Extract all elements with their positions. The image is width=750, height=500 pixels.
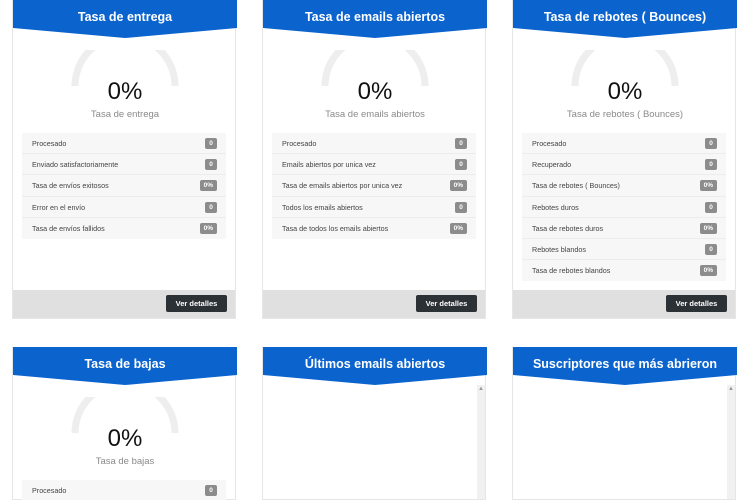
card-footer: Ver detalles xyxy=(513,290,735,318)
stat-row-processed: Procesado 0 xyxy=(522,133,726,155)
stat-label: Error en el envío xyxy=(32,202,86,212)
card-title: Tasa de rebotes ( Bounces) xyxy=(543,10,707,24)
stat-row-all-opens: Todos los emails abiertos 0 xyxy=(272,197,476,218)
delivery-rate-gauge: 0% Tasa de entrega xyxy=(13,38,237,130)
gauge-value: 0% xyxy=(107,425,143,452)
stat-label: Tasa de rebotes blandos xyxy=(532,266,611,276)
view-details-button[interactable]: Ver detalles xyxy=(166,295,227,312)
stats-list: Procesado 0 Emails abiertos por unica vez… xyxy=(272,133,476,239)
stat-badge: 0 xyxy=(205,201,217,213)
card-title: Suscriptores que más abrieron xyxy=(532,357,718,371)
stat-label: Procesado xyxy=(532,139,567,148)
gauge-value: 0% xyxy=(107,78,143,105)
stat-row-send-error: Error en el envío 0 xyxy=(22,197,226,218)
unsubscribe-rate-gauge: 0% Tasa de bajas xyxy=(13,385,237,477)
gauge-label: Tasa de bajas xyxy=(95,456,155,467)
gauge-value: 0% xyxy=(607,78,643,105)
stat-label: Procesado xyxy=(32,486,67,495)
stat-badge: 0% xyxy=(199,180,217,192)
stat-badge: 0 xyxy=(455,201,467,213)
card-header: Suscriptores que más abrieron xyxy=(513,347,737,385)
open-rate-card: Tasa de emails abiertos 0% Tasa de email… xyxy=(262,0,487,319)
stat-row-recovered: Recuperado 0 xyxy=(522,154,726,176)
view-details-button[interactable]: Ver detalles xyxy=(416,295,477,312)
stat-row-processed: Procesado 0 xyxy=(22,480,226,500)
stat-badge: 0% xyxy=(449,180,467,192)
stat-row-failure-rate: Tasa de envíos fallidos 0% xyxy=(22,218,226,239)
stat-badge: 0 xyxy=(205,485,217,496)
gauge-label: Tasa de emails abiertos xyxy=(325,109,425,120)
stat-row-soft-bounces: Rebotes blandos 0 xyxy=(522,239,726,261)
gauge-label: Tasa de entrega xyxy=(90,109,160,120)
stat-row-soft-bounce-rate: Tasa de rebotes blandos 0% xyxy=(522,260,726,281)
card-title: Tasa de bajas xyxy=(84,357,166,371)
stat-row-bounce-rate: Tasa de rebotes ( Bounces) 0% xyxy=(522,175,726,197)
card-footer: Ver detalles xyxy=(13,290,235,318)
dashboard: Tasa de entrega 0% Tasa de entrega Proce… xyxy=(0,0,750,500)
stat-label: Rebotes blandos xyxy=(532,244,586,254)
stat-row-unique-open-rate: Tasa de emails abiertos por unica vez 0% xyxy=(272,175,476,197)
stat-row-all-open-rate: Tasa de todos los emails abiertos 0% xyxy=(272,218,476,239)
stats-list: Procesado 0 Recuperado 0 Tasa de rebotes (… xyxy=(522,133,726,282)
bounce-rate-gauge: 0% Tasa de rebotes ( Bounces) xyxy=(513,38,737,130)
stat-row-sent-ok: Enviado satisfactoriamente 0 xyxy=(22,154,226,176)
stat-label: Enviado satisfactoriamente xyxy=(32,160,119,170)
stat-badge: 0 xyxy=(705,243,717,255)
stat-badge: 0% xyxy=(699,180,717,192)
stat-label: Procesado xyxy=(32,139,67,148)
stat-row-processed: Procesado 0 xyxy=(272,133,476,155)
stat-label: Tasa de emails abiertos por unica vez xyxy=(282,181,403,191)
view-details-button[interactable]: Ver detalles xyxy=(666,295,727,312)
open-rate-gauge: 0% Tasa de emails abiertos xyxy=(263,38,487,130)
stat-label: Tasa de envíos fallidos xyxy=(32,223,105,233)
scrollbar[interactable]: ▲ xyxy=(477,385,485,499)
bounce-rate-card: Tasa de rebotes ( Bounces) 0% Tasa de re… xyxy=(512,0,737,319)
stat-badge: 0 xyxy=(455,159,467,171)
stat-badge: 0 xyxy=(455,138,467,149)
delivery-rate-card: Tasa de entrega 0% Tasa de entrega Proce… xyxy=(12,0,237,319)
card-header: Últimos emails abiertos xyxy=(263,347,487,385)
card-header: Tasa de rebotes ( Bounces) xyxy=(513,0,737,38)
stat-badge: 0 xyxy=(705,138,717,149)
stat-badge: 0 xyxy=(705,201,717,213)
unsubscribe-rate-card: Tasa de bajas 0% Tasa de bajas Procesado… xyxy=(12,347,237,500)
stat-label: Tasa de envíos exitosos xyxy=(32,181,109,191)
stat-row-hard-bounce-rate: Tasa de rebotes duros 0% xyxy=(522,218,726,239)
top-subscribers-card: Suscriptores que más abrieron ▲ xyxy=(512,347,737,500)
stat-badge: 0% xyxy=(699,265,717,277)
card-title: Tasa de entrega xyxy=(77,10,173,24)
stat-label: Procesado xyxy=(282,139,317,148)
stat-label: Tasa de rebotes duros xyxy=(532,223,604,233)
stat-badge: 0 xyxy=(205,159,217,171)
scroll-up-icon[interactable]: ▲ xyxy=(727,385,735,393)
stat-label: Todos los emails abiertos xyxy=(282,202,363,212)
stat-badge: 0% xyxy=(199,222,217,234)
stat-label: Emails abiertos por unica vez xyxy=(282,160,376,170)
card-header: Tasa de emails abiertos xyxy=(263,0,487,38)
stat-label: Rebotes duros xyxy=(532,202,579,212)
scrollbar[interactable]: ▲ xyxy=(727,385,735,499)
stat-row-processed: Procesado 0 xyxy=(22,133,226,155)
stat-badge: 0% xyxy=(699,222,717,234)
stat-row-unique-opens: Emails abiertos por unica vez 0 xyxy=(272,154,476,176)
stat-label: Tasa de rebotes ( Bounces) xyxy=(532,181,620,191)
card-header: Tasa de entrega xyxy=(13,0,237,38)
last-opened-emails-card: Últimos emails abiertos ▲ xyxy=(262,347,487,500)
stat-row-hard-bounces: Rebotes duros 0 xyxy=(522,197,726,218)
stat-row-success-rate: Tasa de envíos exitosos 0% xyxy=(22,175,226,197)
stat-label: Tasa de todos los emails abiertos xyxy=(282,223,389,233)
card-title: Tasa de emails abiertos xyxy=(304,10,446,24)
gauge-value: 0% xyxy=(357,78,393,105)
card-header: Tasa de bajas xyxy=(13,347,237,385)
card-footer: Ver detalles xyxy=(263,290,485,318)
stat-badge: 0 xyxy=(705,159,717,171)
card-title: Últimos emails abiertos xyxy=(304,357,446,371)
stat-label: Recuperado xyxy=(532,160,572,170)
stats-list: Procesado 0 Enviado satisfactoriamente 0 T… xyxy=(22,133,226,239)
stat-badge: 0 xyxy=(205,138,217,149)
stats-list: Procesado 0 xyxy=(22,480,226,500)
stat-badge: 0% xyxy=(449,222,467,234)
gauge-label: Tasa de rebotes ( Bounces) xyxy=(566,109,684,120)
scroll-up-icon[interactable]: ▲ xyxy=(477,385,485,393)
